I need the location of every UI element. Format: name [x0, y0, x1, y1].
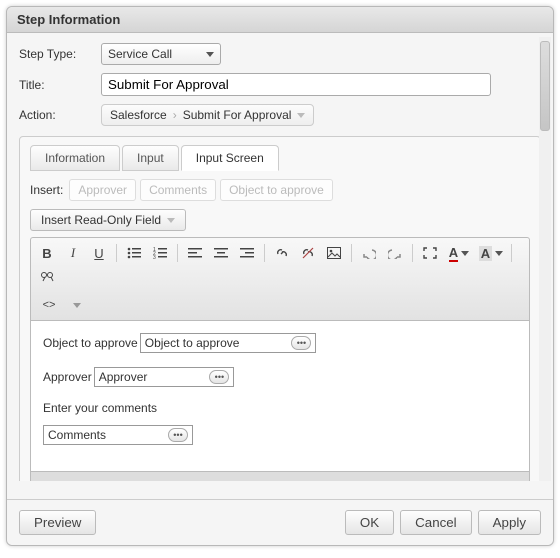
chevron-down-icon: [206, 52, 214, 57]
chevron-right-icon: ›: [173, 108, 177, 122]
action-part-2: Submit For Approval: [183, 108, 292, 122]
insert-chip-approver[interactable]: Approver: [69, 179, 136, 201]
align-left-button[interactable]: [183, 242, 207, 264]
fullscreen-button[interactable]: [418, 242, 442, 264]
cancel-button[interactable]: Cancel: [400, 510, 472, 535]
numbered-list-button[interactable]: 123: [148, 242, 172, 264]
chevron-down-icon: [297, 113, 305, 118]
find-button[interactable]: [35, 266, 59, 288]
insert-label: Insert:: [30, 183, 63, 197]
editor-footer: [30, 472, 530, 481]
ellipsis-icon[interactable]: •••: [168, 428, 188, 442]
unlink-button[interactable]: [296, 242, 320, 264]
undo-button[interactable]: [357, 242, 381, 264]
scrollbar[interactable]: [539, 37, 551, 481]
chevron-down-icon: [461, 251, 469, 256]
chevron-down-icon: [73, 303, 81, 308]
action-part-1: Salesforce: [110, 108, 167, 122]
insert-readonly-label: Insert Read-Only Field: [41, 213, 161, 227]
ellipsis-icon[interactable]: •••: [291, 336, 311, 350]
chevron-down-icon: [167, 218, 175, 223]
separator: [511, 244, 512, 262]
editor-toolbar: B I U 123 A A: [30, 237, 530, 321]
align-center-button[interactable]: [209, 242, 233, 264]
insert-chip-object[interactable]: Object to approve: [220, 179, 333, 201]
bullet-list-button[interactable]: [122, 242, 146, 264]
underline-button[interactable]: U: [87, 242, 111, 264]
separator: [116, 244, 117, 262]
apply-button[interactable]: Apply: [478, 510, 541, 535]
tab-panel: Information Input Input Screen Insert: A…: [19, 136, 541, 481]
tab-information[interactable]: Information: [30, 145, 120, 171]
title-input[interactable]: [101, 73, 491, 96]
bold-button[interactable]: B: [35, 242, 59, 264]
step-information-dialog: Step Information Step Type: Service Call…: [6, 6, 554, 546]
link-button[interactable]: [270, 242, 294, 264]
separator: [264, 244, 265, 262]
separator: [412, 244, 413, 262]
title-label: Title:: [19, 78, 101, 92]
chevron-down-icon: [495, 251, 503, 256]
redo-button[interactable]: [383, 242, 407, 264]
source-button[interactable]: <>: [35, 294, 63, 316]
field-label-approver: Approver: [43, 370, 92, 384]
image-button[interactable]: [322, 242, 346, 264]
insert-readonly-dropdown[interactable]: Insert Read-Only Field: [30, 209, 186, 231]
align-right-button[interactable]: [235, 242, 259, 264]
field-object-to-approve[interactable]: Object to approve •••: [140, 333, 317, 353]
step-type-value: Service Call: [108, 47, 172, 61]
dialog-footer: Preview OK Cancel Apply: [7, 499, 553, 545]
ellipsis-icon[interactable]: •••: [209, 370, 229, 384]
italic-button[interactable]: I: [61, 242, 85, 264]
ok-button[interactable]: OK: [345, 510, 394, 535]
svg-text:3: 3: [153, 255, 156, 259]
separator: [351, 244, 352, 262]
separator: [177, 244, 178, 262]
field-label-object: Object to approve: [43, 336, 138, 350]
more-dropdown[interactable]: [65, 294, 89, 316]
editor-area[interactable]: Object to approve Object to approve ••• …: [30, 321, 530, 472]
insert-row: Insert: Approver Comments Object to appr…: [30, 179, 530, 201]
preview-button[interactable]: Preview: [19, 510, 96, 535]
text-color-button[interactable]: A: [444, 242, 474, 264]
dialog-title: Step Information: [7, 7, 553, 33]
action-label: Action:: [19, 108, 101, 122]
dialog-body: Step Type: Service Call Title: Action: S…: [7, 33, 553, 481]
field-comments[interactable]: Comments •••: [43, 425, 193, 445]
scrollbar-thumb[interactable]: [540, 41, 550, 131]
field-approver[interactable]: Approver •••: [94, 367, 235, 387]
insert-chip-comments[interactable]: Comments: [140, 179, 216, 201]
step-type-select[interactable]: Service Call: [101, 43, 221, 65]
comments-label: Enter your comments: [43, 401, 517, 415]
step-type-label: Step Type:: [19, 47, 101, 61]
tabs: Information Input Input Screen: [30, 145, 530, 171]
tab-input[interactable]: Input: [122, 145, 179, 171]
action-selector[interactable]: Salesforce › Submit For Approval: [101, 104, 314, 126]
tab-input-screen[interactable]: Input Screen: [181, 145, 279, 171]
bg-color-button[interactable]: A: [476, 242, 506, 264]
